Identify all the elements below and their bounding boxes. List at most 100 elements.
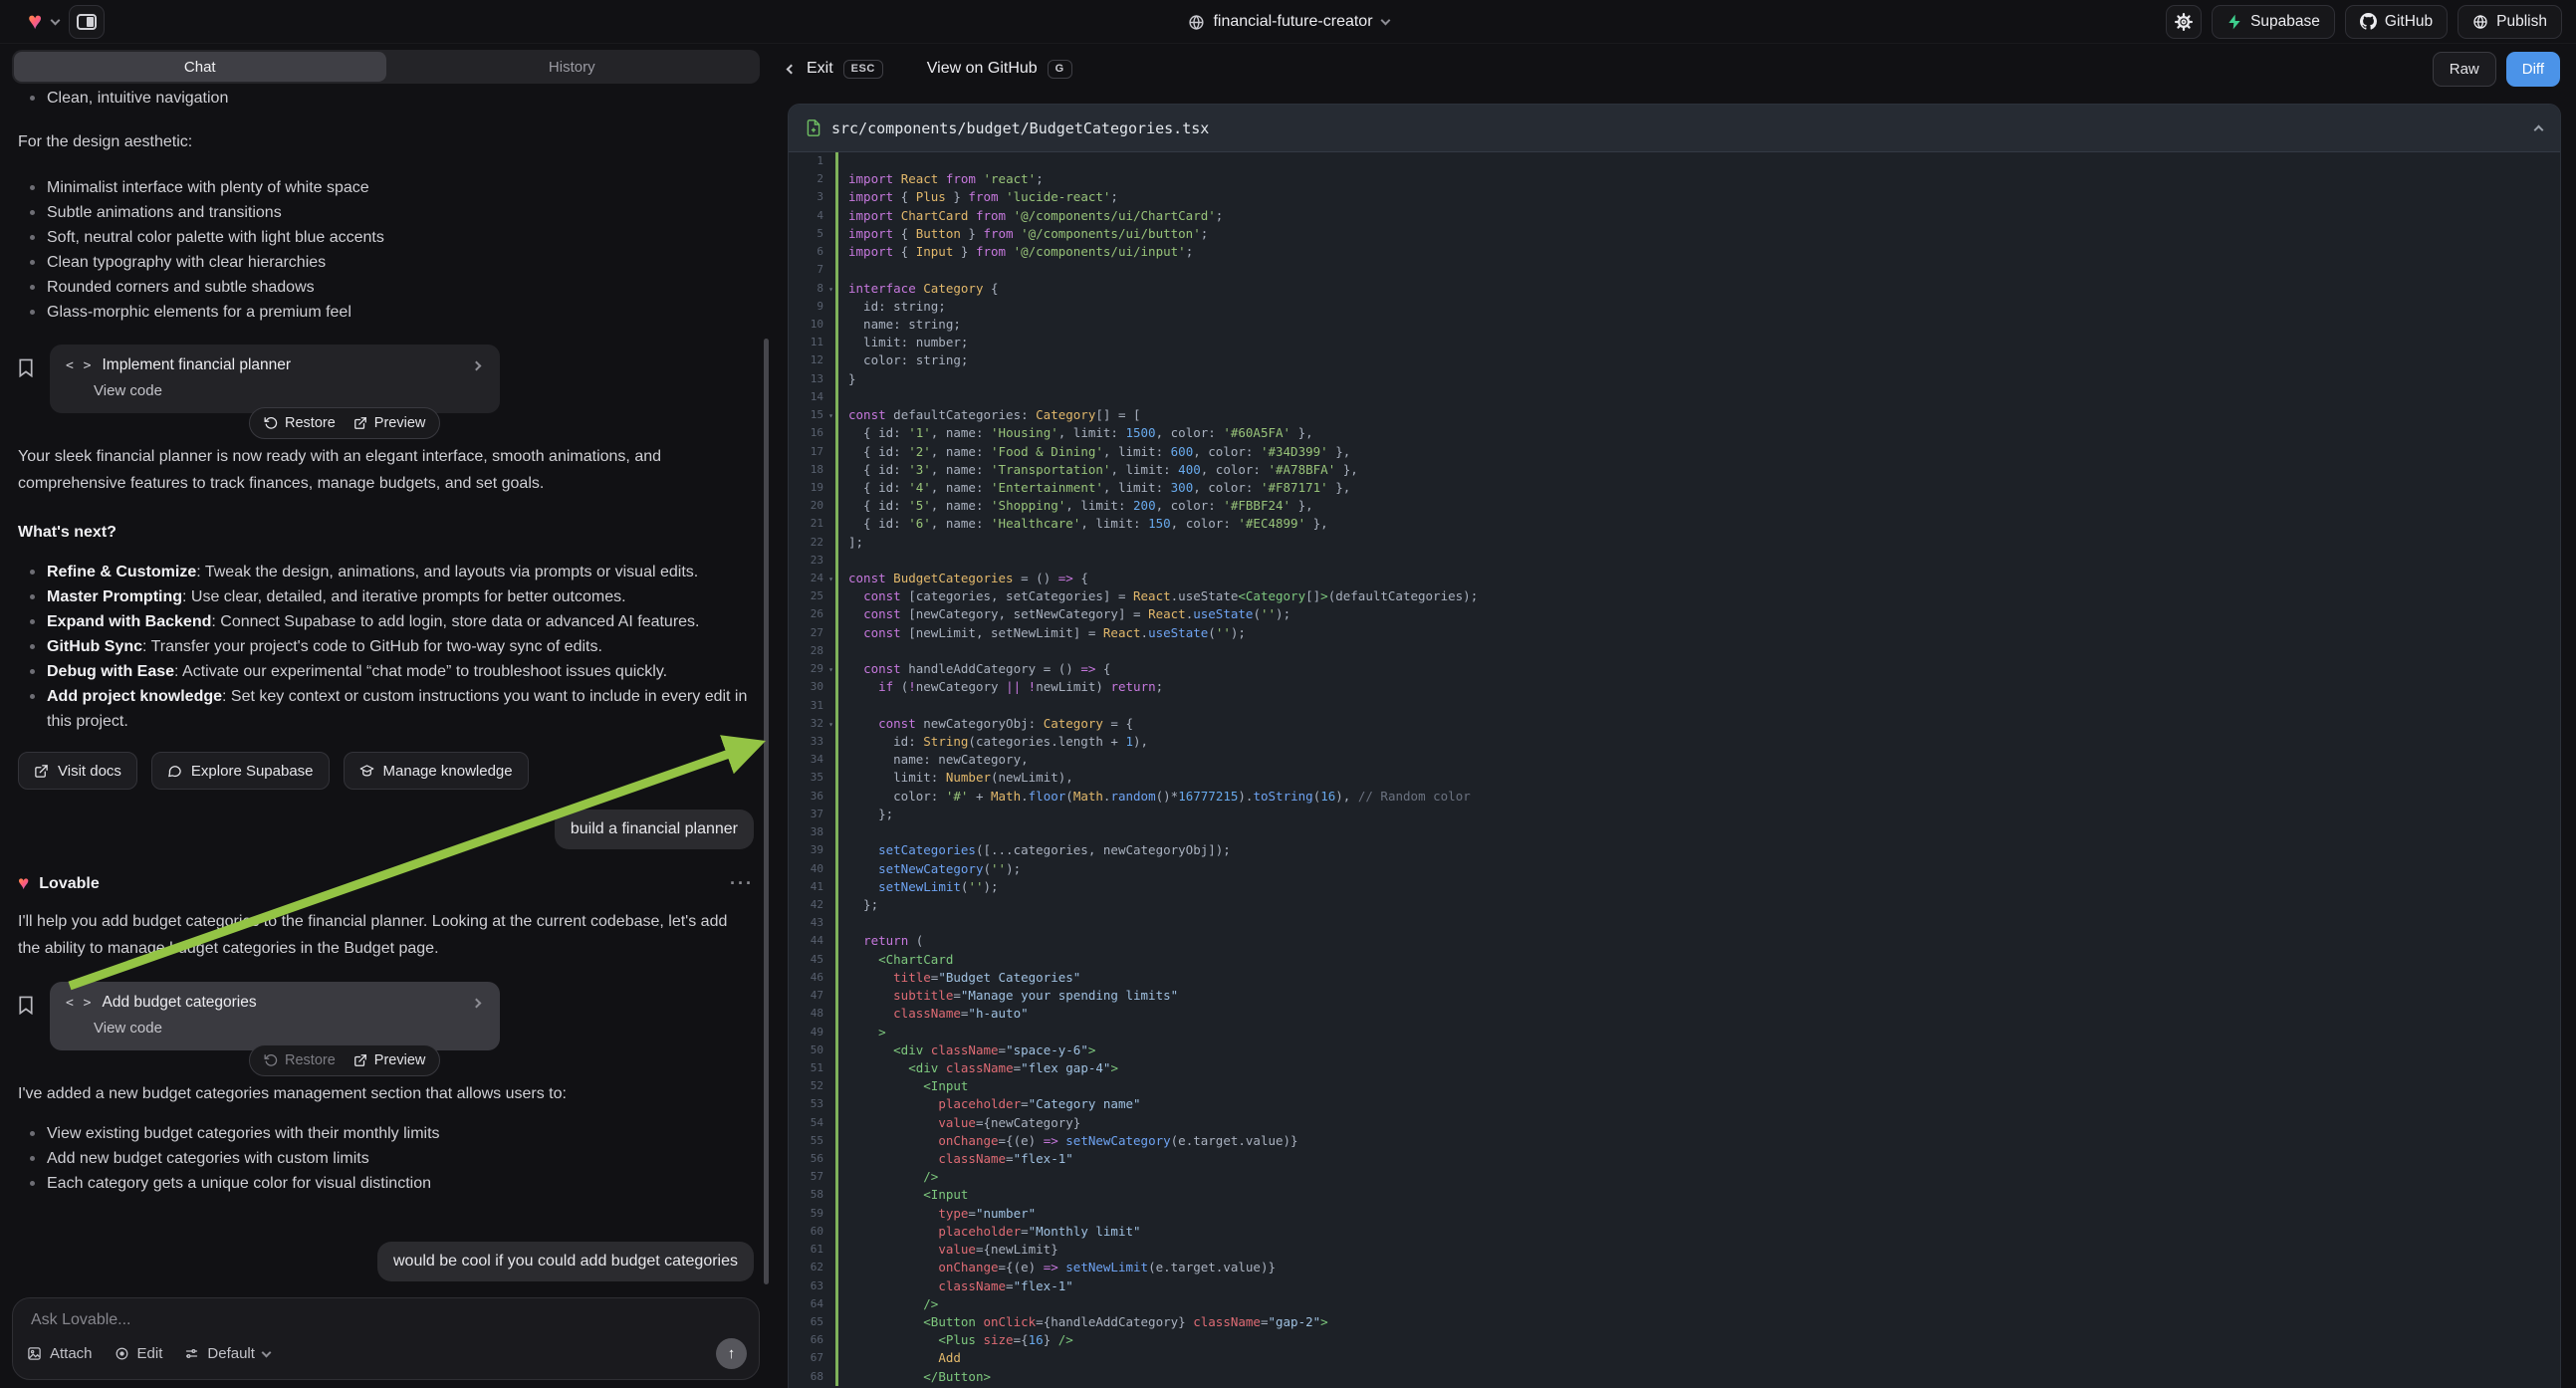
line-number: 32▾ xyxy=(789,715,832,733)
fold-chevron-icon[interactable]: ▾ xyxy=(828,281,833,299)
globe-icon xyxy=(2472,14,2488,30)
line-number: 41 xyxy=(789,878,832,896)
exit-button[interactable]: Exit xyxy=(807,60,833,78)
view-code-link[interactable]: View code xyxy=(94,1020,484,1037)
panel-toggle-icon xyxy=(77,14,97,30)
visit-docs-button[interactable]: Visit docs xyxy=(18,752,137,790)
code-line: 30 if (!newCategory || !newLimit) return… xyxy=(789,678,2560,696)
project-switcher[interactable]: financial-future-creator xyxy=(1187,0,1388,44)
code-line: 39 setCategories([...categories, newCate… xyxy=(789,841,2560,859)
chevron-right-icon[interactable] xyxy=(472,998,482,1008)
code-line: 19 { id: '4', name: 'Entertainment', lim… xyxy=(789,479,2560,497)
code-line: 25 const [categories, setCategories] = R… xyxy=(789,587,2560,605)
fold-chevron-icon[interactable]: ▾ xyxy=(828,407,833,425)
code-line: 40 setNewCategory(''); xyxy=(789,860,2560,878)
restore-button[interactable]: Restore xyxy=(264,415,336,431)
code-line: 59 type="number" xyxy=(789,1205,2560,1223)
code-line: 5import { Button } from '@/components/ui… xyxy=(789,225,2560,243)
manage-knowledge-button[interactable]: Manage knowledge xyxy=(344,752,529,790)
line-number: 60 xyxy=(789,1223,832,1241)
more-icon[interactable]: ··· xyxy=(730,873,754,894)
lovable-heart-icon[interactable]: ♥ xyxy=(28,10,42,34)
attach-button[interactable]: Attach xyxy=(27,1345,93,1362)
line-number: 40 xyxy=(789,860,832,878)
publish-button[interactable]: Publish xyxy=(2458,5,2562,39)
code-editor[interactable]: 12import React from 'react';3import { Pl… xyxy=(789,152,2560,1386)
preview-button[interactable]: Preview xyxy=(353,415,426,431)
chat-input[interactable] xyxy=(29,1310,743,1330)
line-number: 64 xyxy=(789,1295,832,1313)
send-button[interactable]: ↑ xyxy=(716,1338,747,1369)
line-number: 52 xyxy=(789,1077,832,1095)
code-line: 57 /> xyxy=(789,1168,2560,1186)
line-number: 11 xyxy=(789,334,832,351)
code-line: 50 <div className="space-y-6"> xyxy=(789,1041,2560,1059)
raw-toggle-button[interactable]: Raw xyxy=(2433,52,2496,87)
file-plus-icon xyxy=(807,119,820,136)
lovable-heart-icon: ♥ xyxy=(18,874,29,893)
restore-button[interactable]: Restore xyxy=(264,1052,336,1068)
lovable-app: ♥ financial-future-creator Supabase GitH… xyxy=(0,0,2576,1388)
code-line: 37 }; xyxy=(789,806,2560,823)
line-number: 18 xyxy=(789,461,832,479)
preview-button[interactable]: Preview xyxy=(353,1052,426,1068)
bullet-dot-icon xyxy=(30,1156,35,1161)
code-line: 31 xyxy=(789,697,2560,715)
line-number: 58 xyxy=(789,1186,832,1204)
code-line: 53 placeholder="Category name" xyxy=(789,1095,2560,1113)
line-number: 22 xyxy=(789,534,832,552)
chevron-left-icon[interactable] xyxy=(787,64,797,74)
bookmark-icon[interactable] xyxy=(18,996,34,1015)
code-line: 47 subtitle="Manage your spending limits… xyxy=(789,987,2560,1005)
chevron-right-icon[interactable] xyxy=(472,360,482,370)
fold-chevron-icon[interactable]: ▾ xyxy=(828,716,833,734)
list-item: View existing budget categories with the… xyxy=(18,1121,754,1146)
list-item: Master Prompting: Use clear, detailed, a… xyxy=(18,584,754,609)
line-number: 62 xyxy=(789,1259,832,1276)
diff-toggle-button[interactable]: Diff xyxy=(2506,52,2560,87)
supabase-button[interactable]: Supabase xyxy=(2212,5,2335,39)
line-number: 3 xyxy=(789,188,832,206)
code-icon: < > xyxy=(66,996,92,1011)
code-line: 65 <Button onClick={handleAddCategory} c… xyxy=(789,1313,2560,1331)
knowledge-icon xyxy=(359,764,374,779)
panel-toggle-button[interactable] xyxy=(69,5,105,39)
sliders-icon xyxy=(184,1346,199,1361)
g-shortcut-badge: G xyxy=(1048,60,1072,79)
line-number: 5 xyxy=(789,225,832,243)
version-card-add-budget-categories[interactable]: < > Add budget categories View code Rest… xyxy=(50,982,500,1050)
line-number: 33 xyxy=(789,733,832,751)
project-name: financial-future-creator xyxy=(1213,13,1372,31)
file-path: src/components/budget/BudgetCategories.t… xyxy=(831,119,1209,137)
chat-messages: Clean, intuitive navigation For the desi… xyxy=(0,86,772,1281)
code-toolbar: Exit ESC View on GitHub G Raw Diff xyxy=(772,44,2576,94)
fold-chevron-icon[interactable]: ▾ xyxy=(828,571,833,588)
settings-button[interactable] xyxy=(2166,5,2202,39)
tab-chat[interactable]: Chat xyxy=(14,52,386,82)
bookmark-icon[interactable] xyxy=(18,358,34,377)
globe-icon xyxy=(1187,14,1204,31)
added-bullet-list: View existing budget categories with the… xyxy=(18,1121,754,1196)
ready-paragraph: Your sleek financial planner is now read… xyxy=(18,443,754,497)
view-code-link[interactable]: View code xyxy=(94,382,484,399)
chevron-down-icon[interactable] xyxy=(51,15,61,25)
code-line: 20 { id: '5', name: 'Shopping', limit: 2… xyxy=(789,497,2560,515)
esc-shortcut-badge: ESC xyxy=(843,60,883,79)
edit-button[interactable]: Edit xyxy=(115,1345,163,1362)
chat-scrollbar[interactable] xyxy=(764,339,769,1284)
view-on-github-button[interactable]: View on GitHub xyxy=(927,60,1038,78)
mode-select[interactable]: Default xyxy=(184,1345,270,1362)
line-number: 35 xyxy=(789,769,832,787)
github-button[interactable]: GitHub xyxy=(2345,5,2448,39)
version-card-implement-financial-planner[interactable]: < > Implement financial planner View cod… xyxy=(50,345,500,413)
explore-supabase-button[interactable]: Explore Supabase xyxy=(151,752,330,790)
line-number: 66 xyxy=(789,1331,832,1349)
line-number: 55 xyxy=(789,1132,832,1150)
tab-history[interactable]: History xyxy=(386,52,759,82)
fold-chevron-icon[interactable]: ▾ xyxy=(828,661,833,679)
chevron-up-icon[interactable] xyxy=(2534,125,2544,135)
file-path-bar[interactable]: src/components/budget/BudgetCategories.t… xyxy=(789,105,2560,152)
line-number: 56 xyxy=(789,1150,832,1168)
code-line: 33 id: String(categories.length + 1), xyxy=(789,733,2560,751)
line-number: 25 xyxy=(789,587,832,605)
